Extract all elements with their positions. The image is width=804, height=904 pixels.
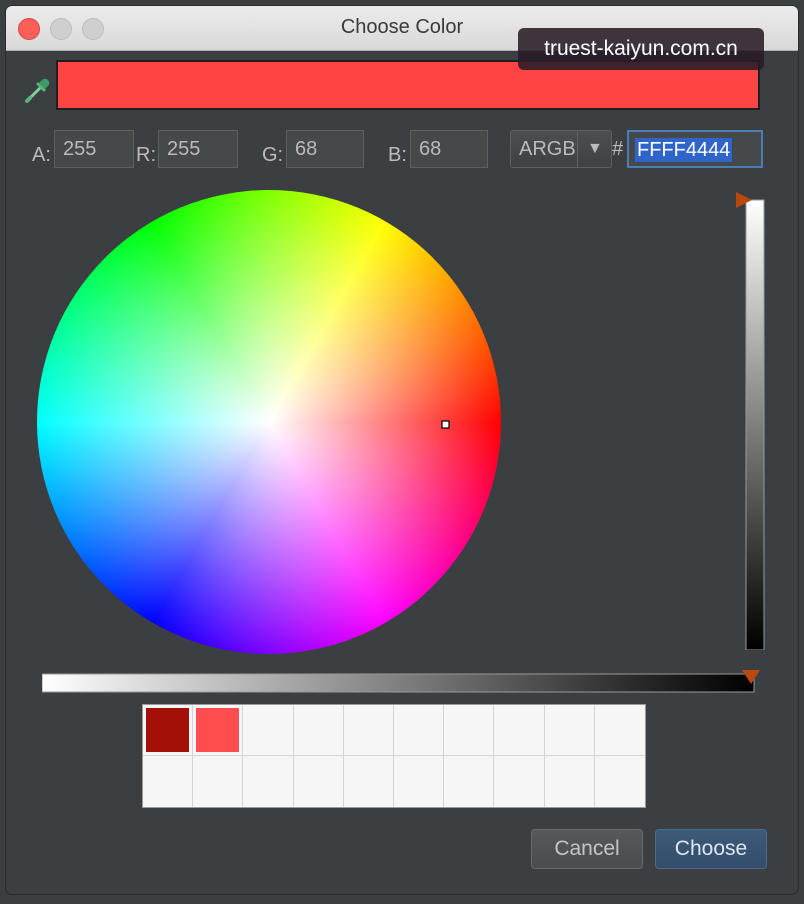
cancel-button[interactable]: Cancel [531, 829, 643, 869]
chevron-down-icon[interactable]: ▼ [587, 137, 603, 161]
recent-color-cell[interactable] [193, 756, 244, 807]
blue-field[interactable]: 68 [410, 130, 488, 168]
recent-color-cell[interactable] [143, 756, 194, 807]
red-field[interactable]: 255 [158, 130, 238, 168]
recent-color-cell[interactable] [243, 756, 294, 807]
recent-color-cell[interactable] [394, 756, 445, 807]
alpha-label: A: [32, 144, 51, 166]
recent-color-cell[interactable] [594, 705, 645, 756]
alpha-field[interactable]: 255 [54, 130, 134, 168]
recent-color-cell[interactable] [294, 756, 344, 807]
color-wheel[interactable] [34, 187, 504, 657]
recent-color-cell[interactable] [143, 705, 194, 756]
recent-color-cell[interactable] [595, 756, 645, 807]
recent-color-cell[interactable] [444, 756, 495, 807]
recent-color-cell[interactable] [193, 705, 244, 756]
recent-color-cell[interactable] [343, 705, 394, 756]
red-label: R: [136, 144, 156, 166]
color-format-value: ARGB [519, 138, 576, 160]
recent-colors-grid [142, 704, 646, 808]
recent-color-swatch [146, 708, 190, 752]
green-field[interactable]: 68 [286, 130, 364, 168]
hex-input[interactable]: FFFF4444 [627, 130, 763, 168]
opacity-slider[interactable] [41, 664, 766, 694]
green-label: G: [262, 144, 284, 166]
recent-color-cell[interactable] [494, 756, 545, 807]
recent-color-cell[interactable] [444, 705, 495, 756]
color-format-dropdown[interactable]: ARGB ▼ [510, 130, 612, 168]
dropdown-divider [577, 131, 578, 167]
hex-value-selected: FFFF4444 [635, 138, 733, 162]
recent-color-swatch [196, 708, 240, 752]
choose-button[interactable]: Choose [655, 829, 767, 869]
recent-color-cell[interactable] [293, 705, 344, 756]
recent-color-cell[interactable] [394, 705, 445, 756]
hex-hash-label: # [612, 138, 624, 160]
color-wheel-picker-handle[interactable] [441, 420, 450, 429]
recent-color-cell[interactable] [544, 705, 595, 756]
watermark-text: truest-kaiyun.com.cn [518, 28, 764, 70]
recent-color-cell[interactable] [243, 705, 294, 756]
eyedropper-icon[interactable] [24, 74, 52, 104]
brightness-slider[interactable] [728, 190, 768, 651]
recent-color-cell[interactable] [545, 756, 595, 807]
blue-label: B: [388, 144, 407, 166]
recent-color-cell[interactable] [494, 705, 545, 756]
recent-color-cell[interactable] [344, 756, 394, 807]
